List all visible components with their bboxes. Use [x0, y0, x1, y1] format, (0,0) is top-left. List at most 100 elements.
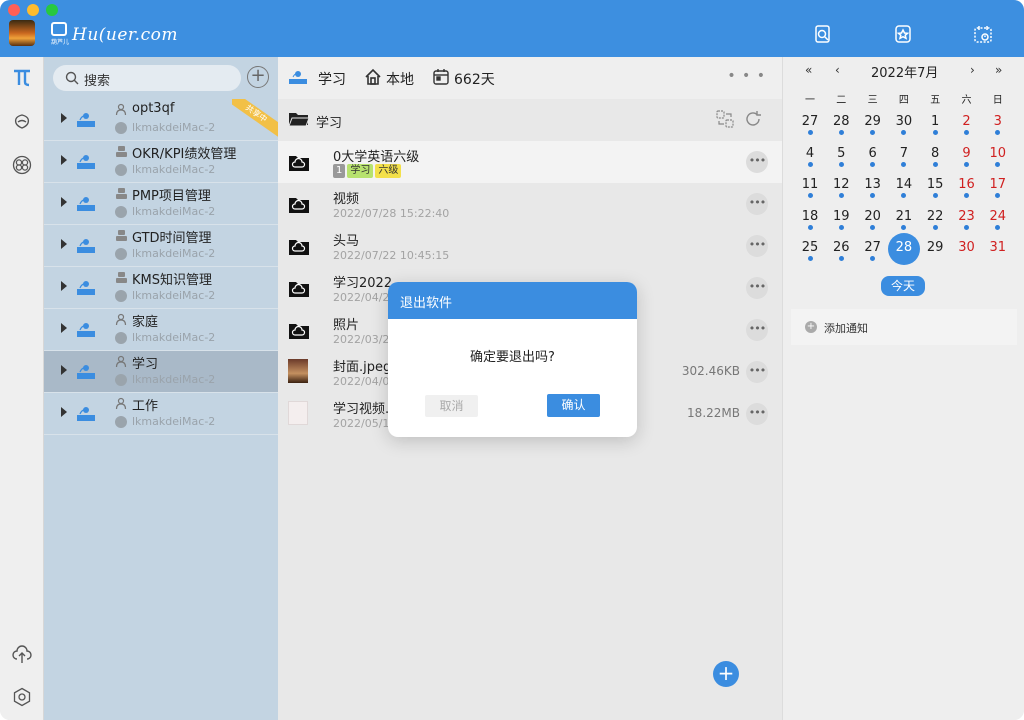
calendar-day[interactable]: 29 [920, 240, 950, 272]
prev-month-button[interactable]: ‹ [835, 63, 840, 77]
project-item[interactable]: OKR/KPI绩效管理 lkmakdeiMac-2 [44, 141, 278, 183]
calendar-day[interactable]: 9 [952, 146, 982, 178]
file-tag[interactable]: 1 [333, 164, 346, 178]
calendar-day[interactable]: 23 [952, 209, 982, 241]
switch-view-icon[interactable] [716, 110, 734, 128]
calendar-day[interactable]: 12 [826, 177, 856, 209]
file-more-button[interactable]: ••• [746, 235, 768, 257]
add-notification-button[interactable]: + 添加通知 [791, 309, 1017, 345]
search-doc-icon[interactable] [813, 24, 833, 44]
expand-arrow-icon[interactable] [61, 239, 67, 249]
brain-icon[interactable] [12, 111, 32, 131]
file-more-button[interactable]: ••• [746, 151, 768, 173]
calendar-day[interactable]: 27 [795, 114, 825, 146]
calendar-day[interactable]: 6 [858, 146, 888, 178]
prev-year-button[interactable]: « [805, 63, 812, 77]
search-input[interactable]: 搜索 [53, 65, 241, 91]
calendar-day[interactable]: 16 [952, 177, 982, 209]
file-row[interactable]: 视频 2022/07/28 15:22:40 ••• [278, 183, 782, 225]
calendar-day[interactable]: 11 [795, 177, 825, 209]
calendar-day[interactable]: 29 [858, 114, 888, 146]
file-row[interactable]: 0大学英语六级 1 学习 六级 ••• [278, 141, 782, 183]
file-more-button[interactable]: ••• [746, 403, 768, 425]
header-location[interactable]: 本地 [386, 69, 414, 89]
calendar-day[interactable]: 20 [858, 209, 888, 241]
refresh-icon[interactable] [744, 110, 762, 128]
file-tag[interactable]: 学习 [347, 164, 374, 178]
calendar-day[interactable]: 19 [826, 209, 856, 241]
project-item[interactable]: KMS知识管理 lkmakdeiMac-2 [44, 267, 278, 309]
calendar-day[interactable]: 27 [858, 240, 888, 272]
event-dot [932, 193, 938, 198]
calendar-day[interactable]: 14 [889, 177, 919, 209]
project-item[interactable]: 家庭 lkmakdeiMac-2 [44, 309, 278, 351]
calendar-day[interactable]: 26 [826, 240, 856, 272]
badge-icon[interactable] [893, 24, 913, 44]
file-row[interactable]: 头马 2022/07/22 10:45:15 ••• [278, 225, 782, 267]
calendar-day[interactable]: 3 [983, 114, 1013, 146]
calendar-day[interactable]: 13 [858, 177, 888, 209]
project-host: lkmakdeiMac-2 [132, 247, 216, 260]
add-file-button[interactable]: + [713, 661, 739, 687]
pi-logo-icon[interactable] [12, 67, 32, 87]
app-window: 葫芦儿 Hu(uer.com 搜索 + opt3qf lkmakdeiMac-2… [0, 0, 1024, 720]
project-item[interactable]: PMP项目管理 lkmakdeiMac-2 [44, 183, 278, 225]
next-year-button[interactable]: » [995, 63, 1002, 77]
expand-arrow-icon[interactable] [61, 407, 67, 417]
confirm-button[interactable]: 确认 [547, 394, 600, 417]
file-more-button[interactable]: ••• [746, 319, 768, 341]
expand-arrow-icon[interactable] [61, 281, 67, 291]
file-more-button[interactable]: ••• [746, 361, 768, 383]
file-name: 学习2022 [333, 276, 393, 291]
user-avatar[interactable] [9, 20, 35, 46]
group-icon [115, 145, 128, 158]
file-more-button[interactable]: ••• [746, 193, 768, 215]
project-item[interactable]: GTD时间管理 lkmakdeiMac-2 [44, 225, 278, 267]
project-item[interactable]: 工作 lkmakdeiMac-2 [44, 393, 278, 435]
today-button[interactable]: 今天 [881, 276, 925, 296]
settings-icon[interactable] [12, 687, 32, 707]
calendar-day[interactable]: 2 [952, 114, 982, 146]
event-dot [964, 193, 969, 198]
calendar-day[interactable]: 25 [795, 240, 825, 272]
calendar-day[interactable]: 15 [920, 177, 950, 209]
next-month-button[interactable]: › [970, 63, 975, 77]
cancel-button[interactable]: 取消 [425, 395, 478, 417]
file-tag[interactable]: 六级 [375, 164, 402, 178]
file-name: 0大学英语六级 [333, 150, 420, 165]
project-item[interactable]: opt3qf lkmakdeiMac-2 共享中 [44, 99, 278, 141]
project-item[interactable]: 学习 lkmakdeiMac-2 [44, 351, 278, 393]
calendar-day[interactable]: 30 [952, 240, 982, 272]
expand-arrow-icon[interactable] [61, 197, 67, 207]
header-more-button[interactable]: • • • [727, 68, 766, 84]
expand-arrow-icon[interactable] [61, 365, 67, 375]
calendar-day[interactable]: 24 [983, 209, 1013, 241]
calendar-day[interactable]: 4 [795, 146, 825, 178]
header-project-name[interactable]: 学习 [318, 69, 346, 89]
calendar-day[interactable]: 8 [920, 146, 950, 178]
calendar-day[interactable]: 30 [889, 114, 919, 146]
add-project-button[interactable]: + [247, 66, 269, 88]
zoom-window-button[interactable] [46, 4, 58, 16]
close-window-button[interactable] [8, 4, 20, 16]
calendar-day[interactable]: 28 [826, 114, 856, 146]
minimize-window-button[interactable] [27, 4, 39, 16]
calendar-day[interactable]: 28 [889, 240, 919, 272]
calendar-day[interactable]: 10 [983, 146, 1013, 178]
calendar-day[interactable]: 1 [920, 114, 950, 146]
calendar-clock-icon[interactable] [973, 24, 993, 44]
calendar-day[interactable]: 18 [795, 209, 825, 241]
expand-arrow-icon[interactable] [61, 113, 67, 123]
expand-arrow-icon[interactable] [61, 155, 67, 165]
calendar-day[interactable]: 7 [889, 146, 919, 178]
cloud-upload-icon[interactable] [12, 645, 32, 665]
current-path[interactable]: 学习 [316, 112, 342, 131]
calendar-day[interactable]: 5 [826, 146, 856, 178]
event-dot [807, 161, 813, 167]
calendar-day[interactable]: 31 [983, 240, 1013, 272]
expand-arrow-icon[interactable] [61, 323, 67, 333]
rings-icon[interactable] [12, 155, 32, 175]
calendar-day[interactable]: 17 [983, 177, 1013, 209]
file-more-button[interactable]: ••• [746, 277, 768, 299]
calendar-day[interactable]: 22 [920, 209, 950, 241]
